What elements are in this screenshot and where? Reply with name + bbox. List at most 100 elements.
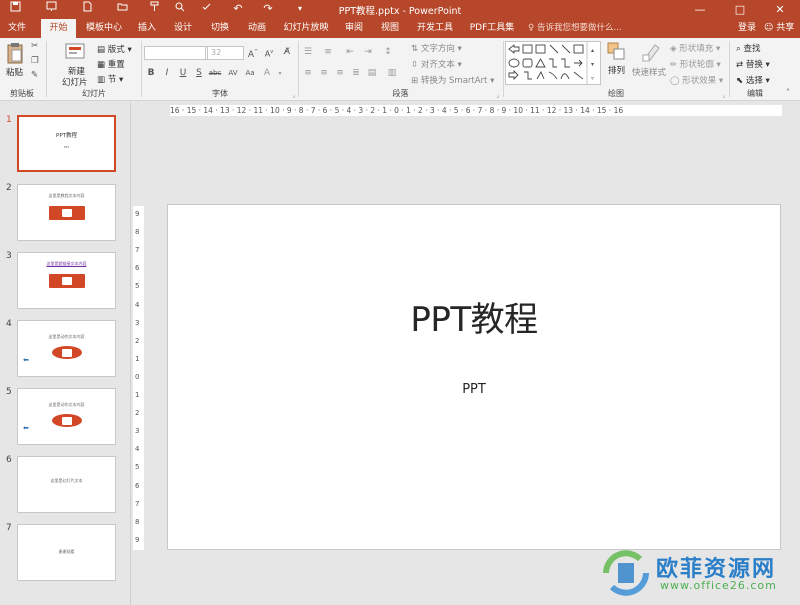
- slide-number: 1: [6, 115, 12, 125]
- ribbon: 粘贴 ✂ ❐ ✎ 剪贴板 新建 幻灯片 ▤ 版式 ▾ ▦ 重置 ▥ 节 ▾ 幻灯…: [0, 38, 800, 101]
- select-label: 选择: [745, 76, 763, 86]
- increase-indent-icon[interactable]: ⇥: [361, 46, 375, 59]
- slide-thumbnail-2[interactable]: 这里是教程文本内容: [17, 184, 116, 241]
- italic-icon[interactable]: I: [160, 67, 174, 80]
- text-direction-button[interactable]: ⇅ 文字方向 ▾: [411, 42, 462, 54]
- paste-label: 粘贴: [6, 68, 24, 78]
- change-case-icon[interactable]: Aa: [243, 67, 257, 80]
- clear-format-icon[interactable]: A̸: [280, 46, 294, 59]
- numbering-icon[interactable]: ≡: [321, 46, 335, 59]
- underline-icon[interactable]: U: [176, 67, 190, 80]
- quick-styles-button[interactable]: [640, 41, 662, 66]
- tab-slideshow[interactable]: 幻灯片放映: [281, 19, 331, 38]
- slide-thumbnail-7[interactable]: 谢谢观看: [17, 524, 116, 581]
- v-ruler-tick-label: 8: [135, 517, 140, 526]
- paste-button[interactable]: [6, 42, 24, 67]
- site-watermark: 欧菲资源网 www.office26.com: [598, 545, 798, 601]
- tab-file[interactable]: 文件: [2, 19, 32, 38]
- bold-icon[interactable]: B: [144, 67, 158, 80]
- slide-thumbnail-1[interactable]: PPT教程 PPT: [17, 115, 116, 172]
- login-button[interactable]: 登录: [738, 19, 756, 38]
- shape-outline-button[interactable]: ✏ 形状轮廓 ▾: [670, 58, 721, 70]
- tab-pdf-tools[interactable]: PDF工具集: [467, 19, 517, 38]
- v-ruler-tick-label: 6: [135, 264, 140, 273]
- smartart-button[interactable]: ⊞ 转换为 SmartArt ▾: [411, 74, 494, 86]
- thumb-text: 这里是超链接文本内容: [46, 261, 87, 266]
- slide-thumbnail-3[interactable]: 这里是超链接文本内容: [17, 252, 116, 309]
- copy-icon[interactable]: ❐: [31, 56, 39, 66]
- font-color-icon[interactable]: A: [260, 67, 274, 80]
- tab-view[interactable]: 视图: [377, 19, 403, 38]
- v-ruler-tick-label: 3: [135, 318, 140, 327]
- maximize-button[interactable]: □: [720, 0, 760, 19]
- slide-title[interactable]: PPT教程: [168, 292, 780, 341]
- paint-bucket-icon: ◈: [670, 44, 677, 54]
- new-slide-button[interactable]: [65, 41, 87, 64]
- tab-review[interactable]: 审阅: [341, 19, 367, 38]
- shadow-icon[interactable]: S: [192, 67, 206, 80]
- v-ruler-tick-label: 8: [135, 228, 140, 237]
- font-size-combo[interactable]: 32: [207, 46, 244, 60]
- align-text-button[interactable]: ⇳ 对齐文本 ▾: [411, 58, 462, 70]
- replace-button[interactable]: ⇄ 替换 ▾: [736, 58, 770, 70]
- align-text-label: 对齐文本: [420, 60, 455, 70]
- shrink-font-icon[interactable]: Av: [262, 46, 276, 59]
- justify-icon[interactable]: ≣: [349, 67, 363, 80]
- title-bar: ↶ ↷ ▾ PPT教程.pptx - PowerPoint — □ ✕: [0, 0, 800, 19]
- distributed-icon[interactable]: ▤: [365, 67, 379, 80]
- tab-design[interactable]: 设计: [170, 19, 196, 38]
- slide-thumbnail-pane[interactable]: 1 PPT教程 PPT 2 这里是教程文本内容 3 这里是超链接文本内容 4 这…: [0, 102, 131, 605]
- tab-home[interactable]: 开始: [41, 19, 76, 38]
- layout-button[interactable]: ▤ 版式 ▾: [97, 43, 132, 55]
- close-button[interactable]: ✕: [760, 0, 800, 19]
- share-button[interactable]: ☺ 共享: [764, 19, 794, 38]
- new-slide-label-2[interactable]: 幻灯片: [62, 76, 88, 88]
- ppt-logo-icon: [52, 414, 82, 427]
- tab-animations[interactable]: 动画: [244, 19, 270, 38]
- shapes-gallery[interactable]: ▴ ▾ ▿: [505, 41, 601, 85]
- ppt-logo-icon: [49, 206, 85, 220]
- group-separator: [46, 41, 47, 97]
- arrange-button[interactable]: [606, 41, 626, 64]
- slide-thumbnail-6[interactable]: 这里是幻灯片文本: [17, 456, 116, 513]
- char-spacing-icon[interactable]: AV: [226, 67, 240, 80]
- align-center-icon[interactable]: ≡: [317, 67, 331, 80]
- drawing-dialog-launcher-icon[interactable]: ⌟: [722, 92, 725, 99]
- find-button[interactable]: ⌕ 查找: [736, 42, 760, 54]
- slide-canvas[interactable]: PPT教程 PPT: [167, 204, 781, 550]
- collapse-ribbon-icon[interactable]: ˄: [786, 88, 790, 97]
- tab-developer[interactable]: 开发工具: [413, 19, 457, 38]
- font-color-dropdown-icon[interactable]: ▾: [273, 67, 287, 80]
- strikethrough-icon[interactable]: abc: [208, 67, 222, 80]
- reset-icon: ▦: [97, 60, 106, 70]
- font-dialog-launcher-icon[interactable]: ⌟: [292, 92, 295, 99]
- align-left-icon[interactable]: ≡: [301, 67, 315, 80]
- cut-icon[interactable]: ✂: [31, 41, 38, 51]
- bullets-icon[interactable]: ☰: [301, 46, 315, 59]
- grow-font-icon[interactable]: A^: [246, 46, 260, 60]
- select-button[interactable]: ⬉ 选择 ▾: [736, 74, 770, 86]
- paragraph-dialog-launcher-icon[interactable]: ⌟: [496, 92, 499, 99]
- tab-insert[interactable]: 插入: [134, 19, 160, 38]
- shape-fill-button[interactable]: ◈ 形状填充 ▾: [670, 42, 720, 54]
- lightbulb-icon: ♀: [528, 23, 535, 33]
- align-right-icon[interactable]: ≡: [333, 67, 347, 80]
- slide-subtitle[interactable]: PPT: [168, 382, 780, 397]
- reset-button[interactable]: ▦ 重置: [97, 58, 125, 70]
- columns-icon[interactable]: ▥: [385, 67, 399, 80]
- thumb-title: PPT教程: [56, 133, 77, 139]
- line-spacing-icon[interactable]: ↕: [381, 46, 395, 59]
- tab-template-center[interactable]: 模板中心: [81, 19, 127, 38]
- font-name-combo[interactable]: [144, 46, 206, 60]
- decrease-indent-icon[interactable]: ⇤: [343, 46, 357, 59]
- format-painter-small-icon[interactable]: ✎: [31, 70, 38, 80]
- tell-me-box[interactable]: ♀ 告诉我您想要做什么...: [528, 19, 622, 38]
- v-ruler-tick-label: 5: [135, 282, 140, 291]
- v-ruler-tick-label: 9: [135, 210, 140, 218]
- slide-thumbnail-5[interactable]: 这里是动作文本内容 ⬅: [17, 388, 116, 445]
- minimize-button[interactable]: —: [680, 0, 720, 19]
- shape-effects-button[interactable]: ◯ 形状效果 ▾: [670, 74, 723, 86]
- tab-transitions[interactable]: 切换: [207, 19, 233, 38]
- section-button[interactable]: ▥ 节 ▾: [97, 73, 123, 85]
- slide-thumbnail-4[interactable]: 这里是动作文本内容 ⬅: [17, 320, 116, 377]
